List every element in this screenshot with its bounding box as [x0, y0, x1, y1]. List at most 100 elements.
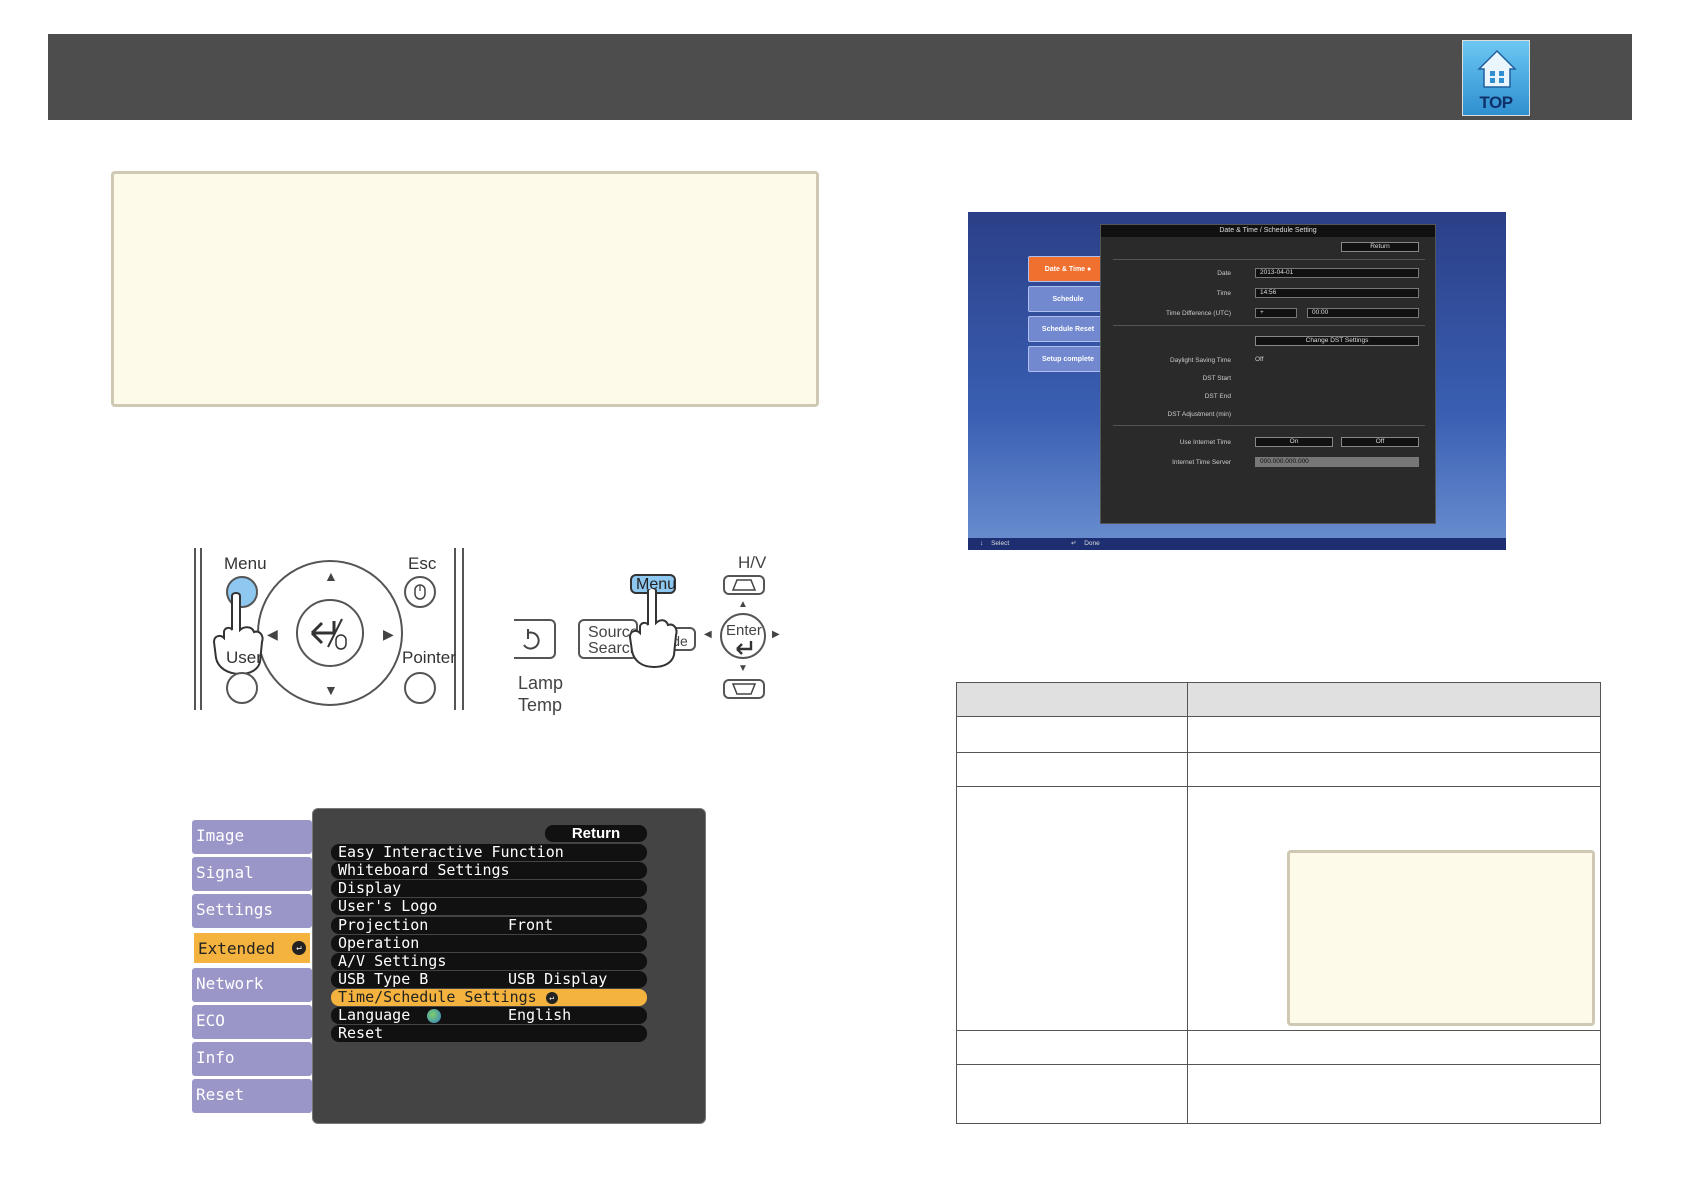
menu-item-display[interactable]: Display: [331, 880, 647, 897]
menu-item-label: User's Logo: [338, 897, 438, 915]
menu-item-label: USB Type B: [338, 970, 429, 988]
arrow-left-icon: ◀: [704, 629, 712, 640]
menu-item-value: English: [508, 1006, 572, 1024]
menu-item-projection[interactable]: Projection Front: [331, 917, 647, 934]
internet-time-on[interactable]: On: [1255, 437, 1333, 447]
tab-reset[interactable]: Reset: [192, 1079, 312, 1113]
enter-icon: ↵: [1070, 540, 1077, 547]
menu-item-reset[interactable]: Reset: [331, 1025, 647, 1042]
internet-server-field[interactable]: 000.000.000.000: [1255, 457, 1419, 467]
shot-title: Date & Time / Schedule Setting: [1101, 225, 1435, 237]
note-box: [111, 171, 819, 407]
tab-signal[interactable]: Signal: [192, 857, 312, 891]
tab-info[interactable]: Info: [192, 1042, 312, 1076]
arrow-down-icon: ▼: [738, 663, 748, 674]
menu-item-label: Display: [338, 879, 402, 897]
shot-tab-schedule-reset[interactable]: Schedule Reset: [1028, 316, 1108, 342]
enter-icon: ↵: [545, 991, 558, 1004]
table-row: [957, 1031, 1600, 1065]
dst-end-label: DST End: [1204, 393, 1231, 400]
table-row: [957, 717, 1600, 753]
dst-adjustment-label: DST Adjustment (min): [1167, 411, 1231, 418]
mouse-icon: [414, 584, 426, 600]
dst-start-label: DST Start: [1202, 375, 1231, 382]
menu-item-av-settings[interactable]: A/V Settings: [331, 953, 647, 970]
menu-item-usb-type-b[interactable]: USB Type B USB Display: [331, 971, 647, 988]
keystone-up-icon: [731, 579, 757, 591]
internet-time-label: Use Internet Time: [1179, 439, 1231, 446]
table-header: [957, 683, 1600, 717]
shot-status-bar: ↕ Select ↵ Done: [968, 538, 1506, 550]
table-row: [957, 753, 1600, 787]
remote-control-illustration: Menu Esc ▲ ▼ ◀ ▶ User Pointer: [192, 548, 472, 710]
time-difference-field[interactable]: 00:00: [1307, 308, 1419, 318]
shot-return-button[interactable]: Return: [1341, 242, 1419, 252]
pointer-label: Pointer: [402, 648, 456, 667]
arrow-down-icon: ▼: [324, 682, 338, 698]
shot-tab-setup-complete[interactable]: Setup complete: [1028, 346, 1108, 372]
globe-icon: [427, 1008, 442, 1023]
menu-item-label: Operation: [338, 934, 420, 952]
change-dst-button[interactable]: Change DST Settings: [1255, 336, 1419, 346]
shot-tab-date-time[interactable]: Date & Time ●: [1028, 256, 1108, 282]
menu-item-users-logo[interactable]: User's Logo: [331, 898, 647, 915]
menu-item-label: A/V Settings: [338, 952, 447, 970]
date-label: Date: [1217, 270, 1231, 277]
settings-table: [956, 682, 1601, 1124]
menu-item-label: Language: [338, 1006, 411, 1024]
power-button[interactable]: [514, 619, 556, 659]
divider: [1113, 259, 1425, 260]
menu-item-time-schedule[interactable]: Time/Schedule Settings ↵: [331, 989, 647, 1006]
top-button-label: TOP: [1479, 93, 1513, 112]
tab-network[interactable]: Network: [192, 968, 312, 1002]
user-button[interactable]: [226, 672, 258, 704]
select-hint: Select: [991, 540, 1010, 547]
menu-item-value: Front: [508, 916, 554, 934]
keystone-down-button[interactable]: [723, 679, 765, 699]
menu-item-whiteboard[interactable]: Whiteboard Settings: [331, 862, 647, 879]
keystone-up-button[interactable]: [723, 575, 765, 595]
date-time-screenshot: Date & Time ● Schedule Schedule Reset Se…: [968, 212, 1506, 550]
dst-value: Off: [1255, 356, 1264, 363]
tab-eco[interactable]: ECO: [192, 1005, 312, 1039]
menu-item-label: Easy Interactive Function: [338, 843, 564, 861]
projector-menu: Image Signal Settings Extended ↵ Network…: [192, 808, 706, 1124]
menu-item-value: USB Display: [508, 970, 608, 988]
enter-icon: ↵: [292, 941, 306, 955]
direction-pad[interactable]: ▲ ▼ ◀ ▶: [257, 560, 403, 706]
panel-enter-button[interactable]: Enter: [720, 613, 766, 659]
enter-button[interactable]: [296, 599, 364, 667]
menu-item-easy-interactive[interactable]: Easy Interactive Function: [331, 844, 647, 861]
menu-label: Menu: [224, 554, 267, 573]
hv-label: H/V: [738, 553, 767, 572]
return-button[interactable]: Return: [545, 825, 647, 842]
power-icon: [523, 629, 540, 650]
divider: [1113, 425, 1425, 426]
date-field[interactable]: 2013-04-01: [1255, 268, 1419, 278]
top-button[interactable]: TOP: [1462, 40, 1530, 116]
pointer-button[interactable]: [404, 672, 436, 704]
menu-item-label: Reset: [338, 1024, 384, 1042]
tab-extended-label: Extended: [198, 939, 276, 958]
arrow-up-icon: ▲: [738, 599, 748, 610]
tab-settings[interactable]: Settings: [192, 894, 312, 928]
time-field[interactable]: 14:56: [1255, 288, 1419, 298]
tab-image[interactable]: Image: [192, 820, 312, 854]
divider: [1113, 325, 1425, 326]
shot-tab-schedule[interactable]: Schedule: [1028, 286, 1108, 312]
time-label: Time: [1216, 290, 1231, 297]
time-difference-sign[interactable]: +: [1255, 308, 1297, 318]
shot-settings-panel: Date & Time / Schedule Setting Return Da…: [1100, 224, 1436, 524]
internet-time-off[interactable]: Off: [1341, 437, 1419, 447]
table-note-box: [1287, 850, 1595, 1026]
enter-icon: [310, 618, 347, 650]
home-icon: [1477, 49, 1517, 88]
enter-label: Enter: [726, 622, 762, 639]
esc-button[interactable]: [404, 576, 436, 608]
done-hint: Done: [1084, 540, 1100, 547]
keystone-down-icon: [731, 683, 757, 695]
enter-icon: [736, 641, 753, 655]
tab-extended[interactable]: Extended ↵: [192, 931, 312, 965]
menu-item-operation[interactable]: Operation: [331, 935, 647, 952]
menu-item-language[interactable]: Language English: [331, 1007, 647, 1024]
